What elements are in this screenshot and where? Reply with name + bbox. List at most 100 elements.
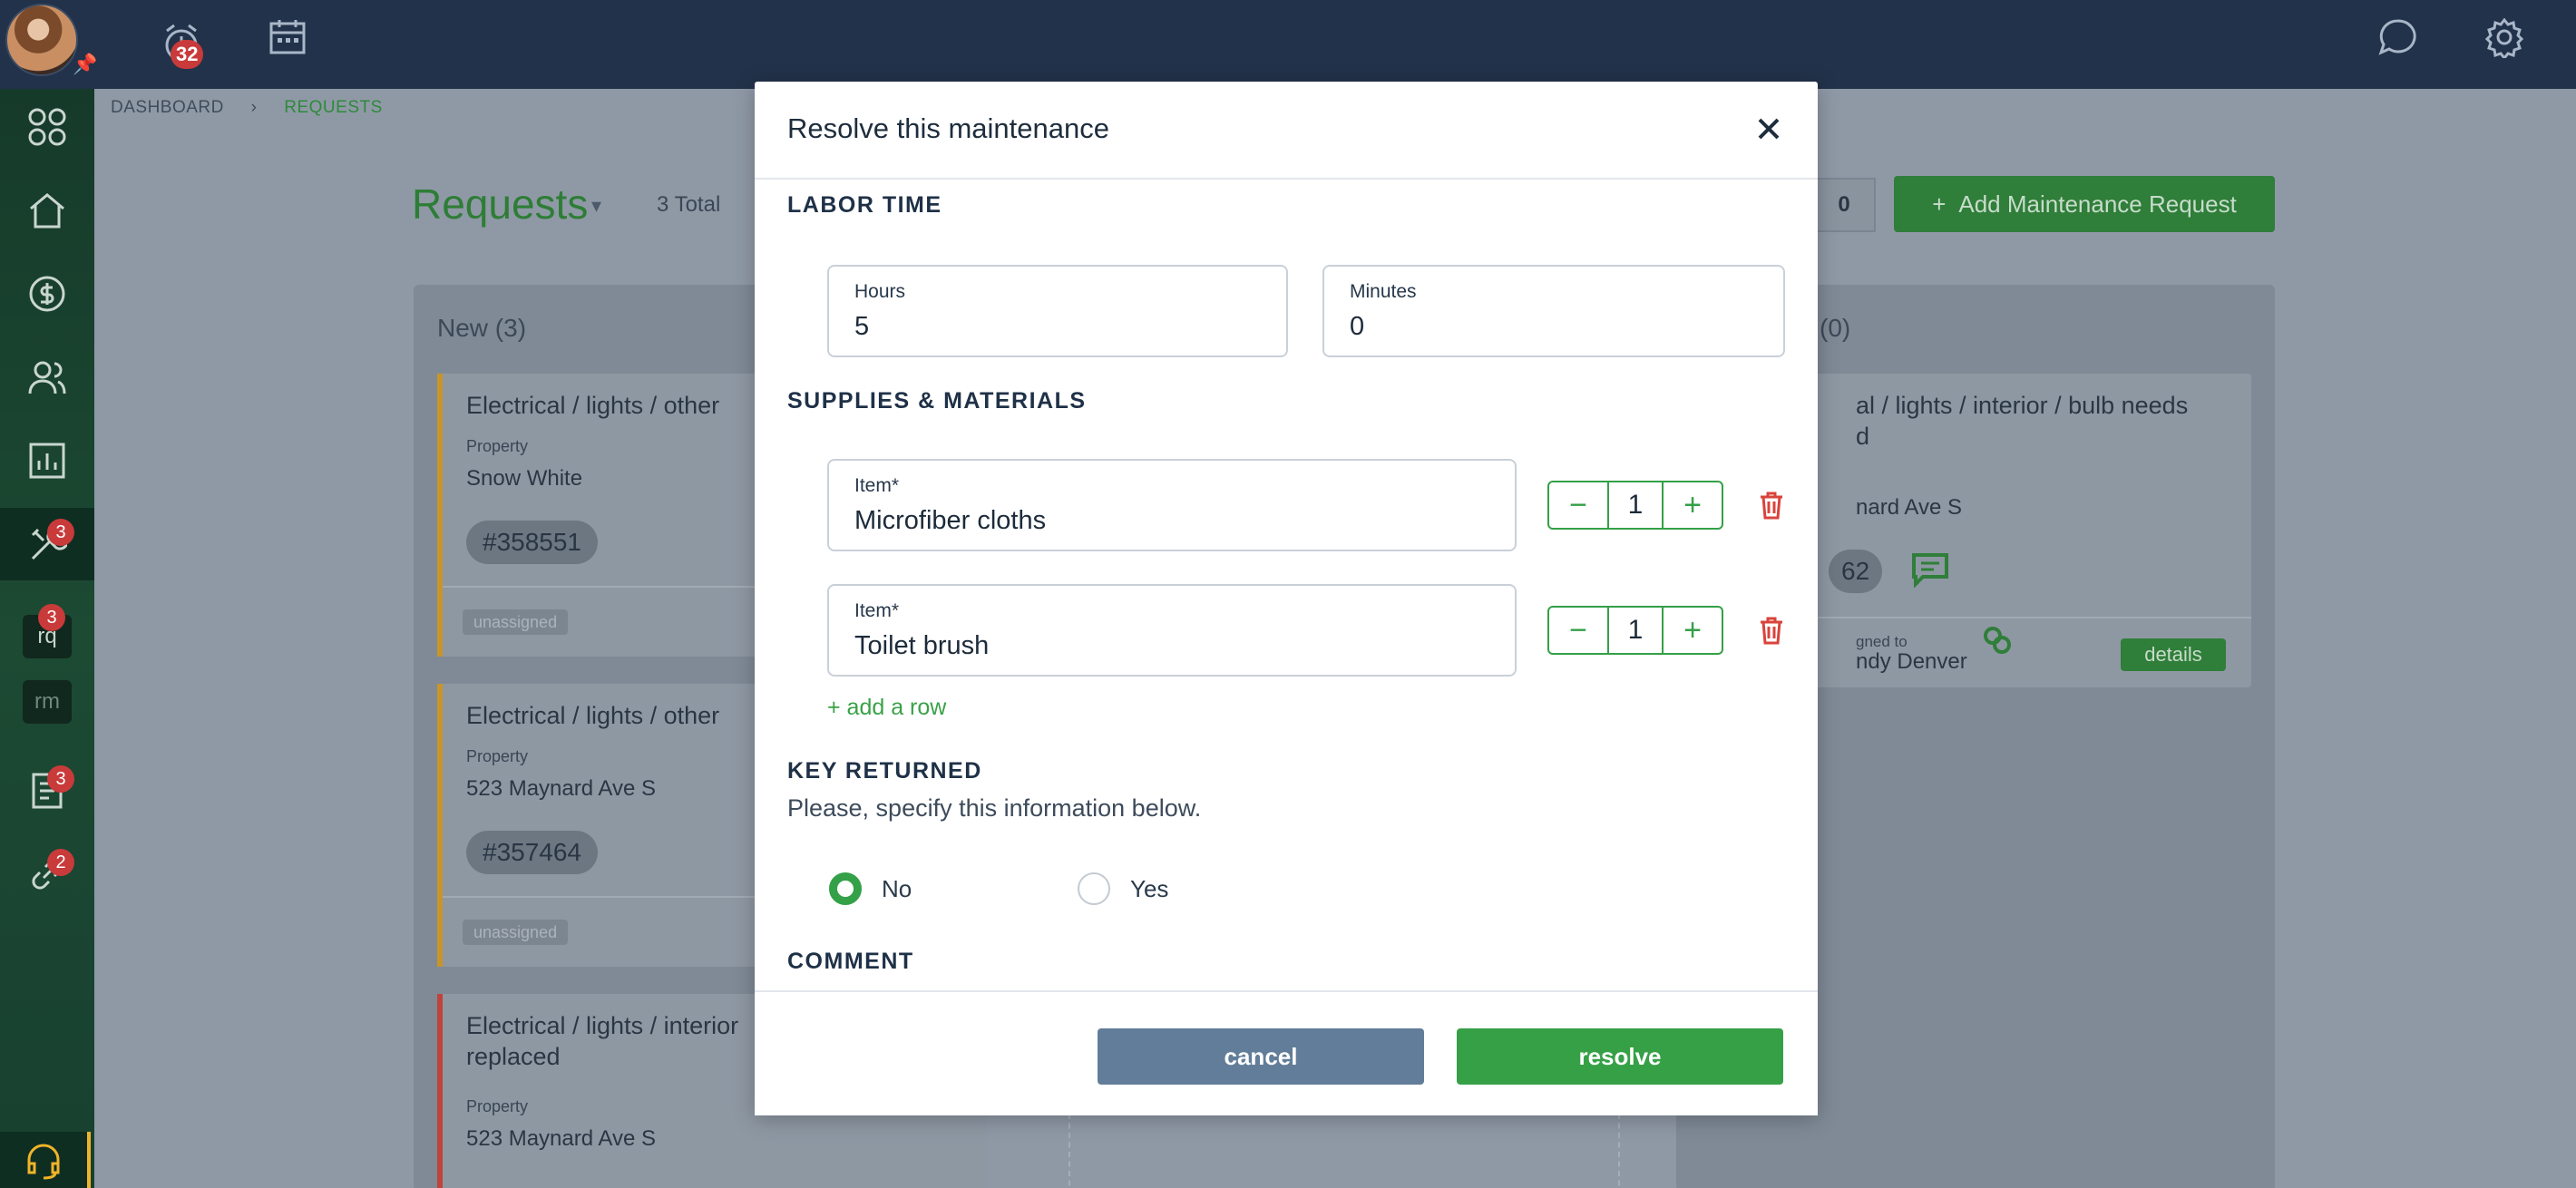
quantity-value[interactable]: 1	[1607, 608, 1664, 653]
minutes-label: Minutes	[1350, 281, 1417, 302]
filter-count[interactable]: 0	[1814, 178, 1876, 232]
user-avatar[interactable]	[5, 4, 78, 76]
key-helper-text: Please, specify this information below.	[787, 794, 1202, 822]
pin-icon: 📌	[73, 53, 98, 75]
card-assignee: unassigned	[463, 920, 569, 945]
link-icon[interactable]	[0, 838, 94, 910]
hours-label: Hours	[854, 281, 906, 302]
rm-label: rm	[23, 680, 72, 724]
item-value[interactable]: Toilet brush	[854, 631, 989, 661]
card-title: Electrical / lights / other	[466, 702, 720, 729]
chat-bubble-icon[interactable]	[2376, 16, 2431, 71]
minus-icon[interactable]: −	[1549, 608, 1607, 653]
gear-icon[interactable]	[2483, 16, 2538, 71]
close-icon[interactable]	[1752, 112, 1785, 145]
card-property: nard Ave S	[1856, 495, 1962, 520]
card-title-line: Electrical / lights / interior	[466, 1012, 739, 1039]
modal-title: Resolve this maintenance	[787, 112, 1109, 144]
plus-icon[interactable]: +	[1664, 482, 1722, 528]
hours-field[interactable]: Hours 5	[827, 265, 1288, 357]
alerts-badge: 32	[171, 40, 204, 69]
tools-badge: 3	[47, 519, 74, 546]
card-title-line: al / lights / interior / bulb needs	[1856, 392, 2189, 419]
rq-badge: 3	[38, 604, 65, 631]
radio-yes-circle[interactable]	[1078, 872, 1110, 905]
trash-icon[interactable]	[1758, 615, 1787, 648]
document-icon[interactable]	[0, 755, 94, 827]
chart-icon[interactable]	[0, 424, 94, 497]
page-title[interactable]: Requests	[412, 180, 588, 229]
card-title: al / lights / interior / bulb needs d	[1856, 390, 2188, 452]
details-button[interactable]: details	[2121, 638, 2226, 671]
apps-grid-icon[interactable]	[0, 91, 94, 163]
supplies-heading: SUPPLIES & MATERIALS	[787, 388, 1087, 414]
item-field[interactable]: Item* Microfiber cloths	[827, 459, 1517, 551]
radio-no-circle[interactable]	[829, 872, 862, 905]
top-bar: 📌 32	[0, 0, 2576, 89]
add-maintenance-request-button[interactable]: + Add Maintenance Request	[1894, 176, 2275, 232]
home-icon[interactable]	[0, 174, 94, 247]
column-right-title: (0)	[1820, 314, 1851, 342]
empty-column-dropzone	[1068, 1114, 1620, 1188]
radio-yes-label: Yes	[1130, 874, 1169, 902]
breadcrumb-requests: REQUESTS	[284, 98, 383, 117]
card-property-label: Property	[466, 1097, 529, 1115]
card-title: Electrical / lights / other	[466, 392, 720, 419]
card-assignee: ndy Denver	[1856, 649, 1967, 674]
quantity-stepper: − 1 +	[1547, 606, 1723, 655]
card-property-label: Property	[466, 437, 529, 455]
card-title: Electrical / lights / interior replaced	[466, 1010, 738, 1072]
sidebar-item-rm[interactable]: rm	[0, 666, 94, 738]
link-badge: 2	[47, 849, 74, 876]
card-property: 523 Maynard Ave S	[466, 776, 657, 801]
cancel-button[interactable]: cancel	[1098, 1028, 1424, 1085]
item-field[interactable]: Item* Toilet brush	[827, 584, 1517, 677]
people-icon[interactable]	[0, 341, 94, 414]
labor-time-heading: LABOR TIME	[787, 192, 942, 218]
card-assignee: unassigned	[463, 609, 569, 635]
comment-icon[interactable]	[1910, 551, 1950, 592]
hours-value[interactable]: 5	[854, 312, 869, 342]
radio-no[interactable]: No	[829, 872, 912, 905]
breadcrumb-separator: ›	[250, 98, 258, 117]
quantity-stepper: − 1 +	[1547, 481, 1723, 530]
quantity-value[interactable]: 1	[1607, 482, 1664, 528]
card-property: Snow White	[466, 466, 583, 491]
link-icon	[1981, 624, 2014, 661]
modal-footer: cancel resolve	[755, 990, 1818, 1115]
plus-icon[interactable]: +	[1664, 608, 1722, 653]
document-badge: 3	[47, 765, 74, 793]
card-property: 523 Maynard Ave S	[466, 1126, 657, 1151]
minutes-value[interactable]: 0	[1350, 312, 1364, 342]
radio-no-label: No	[882, 874, 912, 902]
calendar-icon[interactable]	[267, 16, 321, 71]
card-number[interactable]: #357464	[466, 831, 599, 874]
headset-icon[interactable]	[0, 1132, 91, 1188]
comment-heading: COMMENT	[787, 949, 914, 974]
modal-header: Resolve this maintenance	[755, 82, 1818, 180]
chevron-down-icon[interactable]: ▾	[591, 194, 601, 218]
add-button-label: Add Maintenance Request	[1958, 190, 2237, 218]
card-number[interactable]: #358551	[466, 521, 599, 564]
card-title-line: replaced	[466, 1043, 561, 1070]
minus-icon[interactable]: −	[1549, 482, 1607, 528]
card-title-line: d	[1856, 423, 1870, 450]
dollar-icon[interactable]	[0, 258, 94, 330]
column-new-title: New (3)	[437, 314, 527, 342]
item-label: Item*	[854, 600, 900, 621]
plus-icon: +	[1932, 190, 1947, 218]
card-property-label: Property	[466, 747, 529, 765]
minutes-field[interactable]: Minutes 0	[1322, 265, 1785, 357]
tools-icon[interactable]	[0, 508, 94, 580]
card-number[interactable]: 62	[1829, 550, 1883, 593]
breadcrumb: DASHBOARD › REQUESTS	[111, 98, 383, 118]
trash-icon[interactable]	[1758, 490, 1787, 522]
breadcrumb-dashboard[interactable]: DASHBOARD	[111, 98, 224, 117]
add-row-link[interactable]: + add a row	[827, 695, 946, 721]
item-label: Item*	[854, 475, 900, 496]
item-value[interactable]: Microfiber cloths	[854, 506, 1046, 536]
sidebar: 3 rq 3 rm 3 2	[0, 89, 94, 1188]
resolve-button[interactable]: resolve	[1457, 1028, 1783, 1085]
total-count: 3 Total	[657, 192, 721, 217]
radio-yes[interactable]: Yes	[1078, 872, 1168, 905]
